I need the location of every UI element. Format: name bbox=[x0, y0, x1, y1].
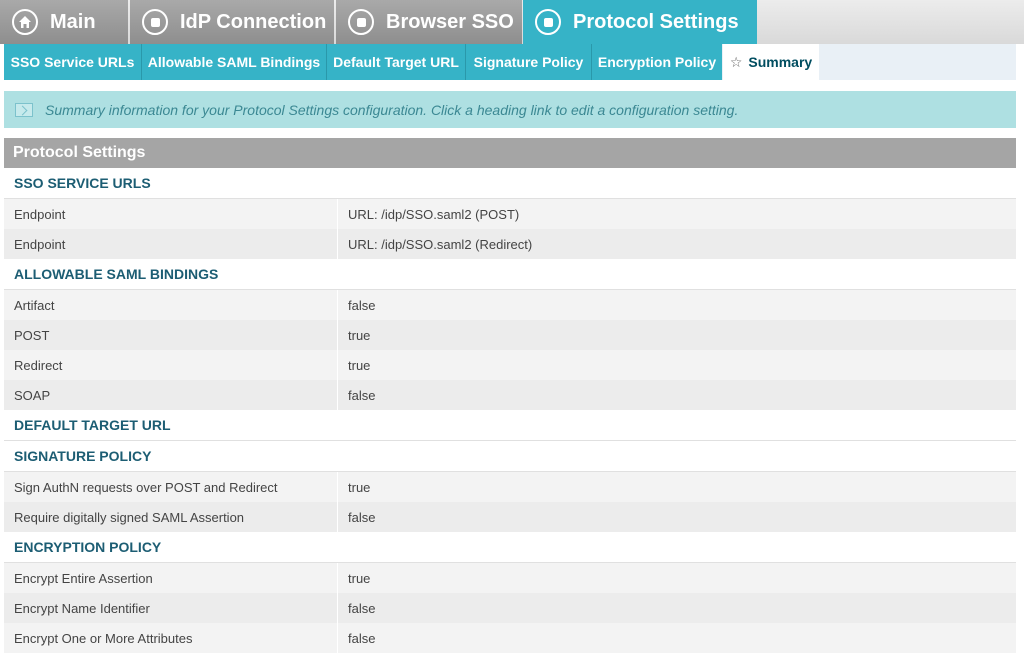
subtab-label: SSO Service URLs bbox=[10, 54, 135, 70]
section-heading-default-target-url[interactable]: DEFAULT TARGET URL bbox=[4, 410, 1016, 441]
info-text: Summary information for your Protocol Se… bbox=[45, 101, 739, 118]
row-label: Redirect bbox=[4, 350, 338, 380]
section-heading-sso-service-urls[interactable]: SSO SERVICE URLS bbox=[4, 168, 1016, 199]
row-label: Sign AuthN requests over POST and Redire… bbox=[4, 472, 338, 502]
table-row: Require digitally signed SAML Assertion … bbox=[4, 502, 1016, 532]
sub-tab-bar: SSO Service URLs Allowable SAML Bindings… bbox=[4, 44, 1016, 80]
tab-protocol-settings[interactable]: Protocol Settings bbox=[523, 0, 757, 44]
top-tab-bar: Main IdP Connection Browser SSO Protocol… bbox=[0, 0, 1024, 44]
row-value: URL: /idp/SSO.saml2 (POST) bbox=[348, 206, 520, 222]
subtab-label: Allowable SAML Bindings bbox=[147, 54, 321, 70]
table-row: Redirect true bbox=[4, 350, 1016, 380]
table-row: Endpoint URL: /idp/SSO.saml2 (POST) bbox=[4, 199, 1016, 229]
row-label: Encrypt Name Identifier bbox=[4, 593, 338, 623]
table-row: Endpoint URL: /idp/SSO.saml2 (Redirect) bbox=[4, 229, 1016, 259]
table-row: Encrypt Name Identifier false bbox=[4, 593, 1016, 623]
table-row: Artifact false bbox=[4, 290, 1016, 320]
row-label: Require digitally signed SAML Assertion bbox=[4, 502, 338, 532]
subtab-label: Summary bbox=[748, 54, 813, 70]
subtab-label: Signature Policy bbox=[473, 54, 584, 70]
subtab-label: Encryption Policy bbox=[597, 54, 717, 70]
table-row: Encrypt One or More Attributes false bbox=[4, 623, 1016, 653]
star-icon: ☆ bbox=[729, 53, 743, 70]
row-value: true bbox=[348, 357, 371, 373]
row-value: true bbox=[348, 570, 371, 586]
step-icon bbox=[535, 9, 561, 35]
tab-protocol-settings-label: Protocol Settings bbox=[573, 10, 739, 33]
step-icon bbox=[348, 9, 374, 35]
step-icon bbox=[142, 9, 168, 35]
tab-idp-connection[interactable]: IdP Connection bbox=[130, 0, 334, 44]
row-label: Encrypt Entire Assertion bbox=[4, 563, 338, 593]
table-row: Sign AuthN requests over POST and Redire… bbox=[4, 472, 1016, 502]
row-value: false bbox=[348, 297, 376, 313]
table-row: POST true bbox=[4, 320, 1016, 350]
tab-browser-sso[interactable]: Browser SSO bbox=[336, 0, 522, 44]
table-row: SOAP false bbox=[4, 380, 1016, 410]
subtab-sso-service-urls[interactable]: SSO Service URLs bbox=[4, 44, 141, 80]
row-label: Endpoint bbox=[4, 229, 338, 259]
subtab-allowable-saml-bindings[interactable]: Allowable SAML Bindings bbox=[142, 44, 326, 80]
row-value: false bbox=[348, 630, 376, 646]
row-label: Encrypt One or More Attributes bbox=[4, 623, 338, 653]
row-value: true bbox=[348, 327, 371, 343]
row-value: false bbox=[348, 600, 376, 616]
row-value: URL: /idp/SSO.saml2 (Redirect) bbox=[348, 236, 533, 252]
subtab-default-target-url[interactable]: Default Target URL bbox=[327, 44, 465, 80]
section-heading-allowable-saml-bindings[interactable]: ALLOWABLE SAML BINDINGS bbox=[4, 259, 1016, 290]
row-value: true bbox=[348, 479, 371, 495]
summary-panel: Protocol Settings SSO SERVICE URLS Endpo… bbox=[4, 138, 1016, 653]
table-row: Encrypt Entire Assertion true bbox=[4, 563, 1016, 593]
row-value: false bbox=[348, 509, 376, 525]
section-heading-encryption-policy[interactable]: ENCRYPTION POLICY bbox=[4, 532, 1016, 563]
panel-title: Protocol Settings bbox=[4, 138, 1016, 168]
subtab-label: Default Target URL bbox=[333, 54, 459, 70]
subtab-signature-policy[interactable]: Signature Policy bbox=[466, 44, 591, 80]
row-label: POST bbox=[4, 320, 338, 350]
home-icon bbox=[12, 9, 38, 35]
info-icon bbox=[15, 102, 33, 117]
row-value: false bbox=[348, 387, 376, 403]
tab-browser-sso-label: Browser SSO bbox=[386, 10, 514, 33]
tab-idp-connection-label: IdP Connection bbox=[180, 10, 327, 33]
tab-main-label: Main bbox=[50, 10, 96, 33]
tab-main[interactable]: Main bbox=[0, 0, 128, 44]
section-heading-signature-policy[interactable]: SIGNATURE POLICY bbox=[4, 441, 1016, 472]
row-label: SOAP bbox=[4, 380, 338, 410]
row-label: Endpoint bbox=[4, 199, 338, 229]
info-banner: Summary information for your Protocol Se… bbox=[4, 91, 1016, 128]
subtab-summary[interactable]: ☆ Summary bbox=[723, 44, 819, 80]
row-label: Artifact bbox=[4, 290, 338, 320]
subtab-encryption-policy[interactable]: Encryption Policy bbox=[592, 44, 722, 80]
